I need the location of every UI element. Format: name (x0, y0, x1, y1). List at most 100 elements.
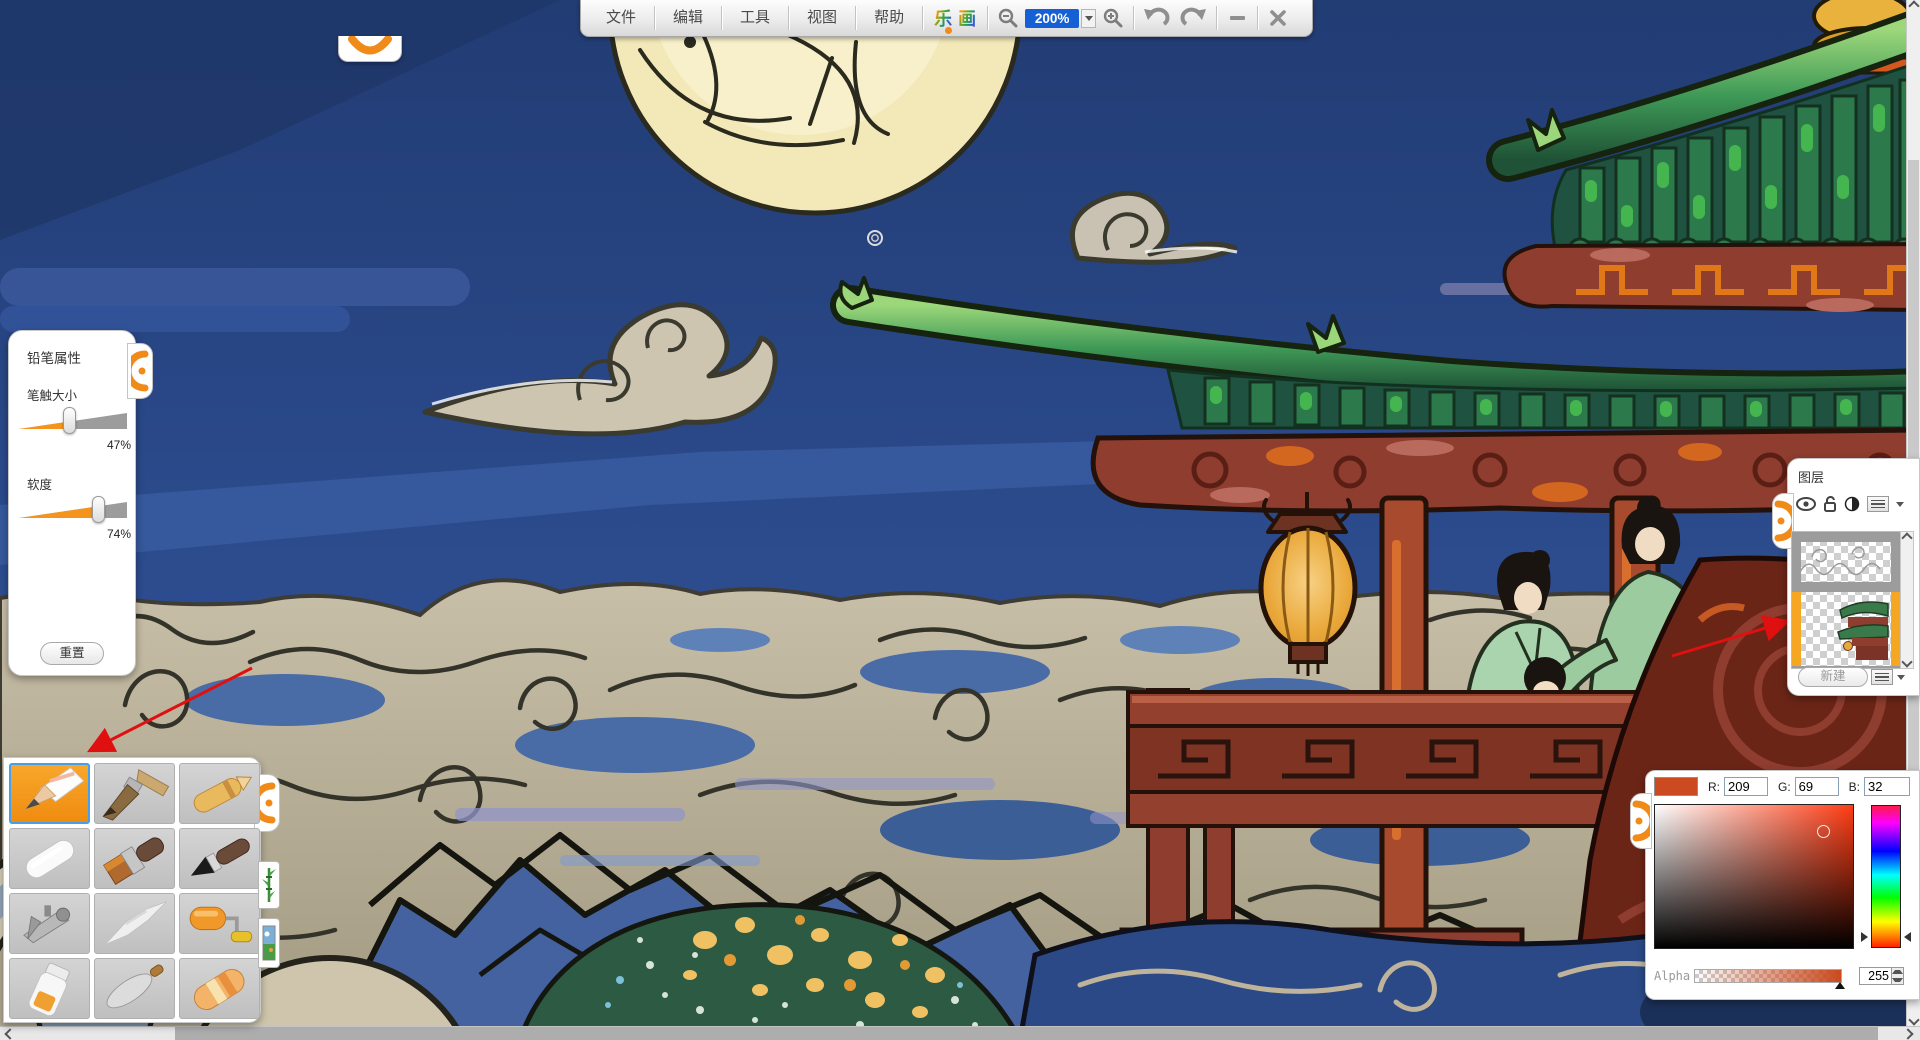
canvas-artwork[interactable] (0, 0, 1920, 1040)
alpha-decrement-button[interactable] (1892, 976, 1903, 984)
separator (1216, 6, 1217, 30)
tab-picture-stamps[interactable] (258, 918, 280, 968)
scroll-left-icon[interactable] (6, 1030, 14, 1038)
paint-roller-icon (182, 896, 258, 952)
brush-size-label: 笔触大小 (27, 385, 125, 404)
toolbar-collapse-handle[interactable] (338, 36, 402, 62)
alpha-slider[interactable] (1694, 969, 1842, 983)
crayon-icon (182, 766, 258, 822)
hue-marker-left-icon[interactable] (1861, 932, 1868, 942)
bamboo-icon (262, 865, 276, 905)
tool-paint-roller[interactable] (179, 893, 260, 954)
paint-bottle-icon (12, 961, 88, 1017)
layer-item-selected[interactable] (1792, 592, 1900, 666)
separator (922, 6, 923, 30)
horizontal-scroll-thumb[interactable] (175, 1027, 1878, 1040)
layer-list (1791, 531, 1901, 669)
tool-blending-stump[interactable] (94, 893, 175, 954)
separator (788, 6, 789, 30)
tool-airbrush[interactable] (9, 893, 90, 954)
panel-collapse-handle[interactable] (127, 343, 153, 399)
zoom-in-button[interactable] (1096, 4, 1130, 32)
menu-file[interactable]: 文件 (591, 5, 651, 31)
minimize-button[interactable] (1220, 4, 1254, 32)
chevron-down-icon[interactable] (1897, 675, 1905, 680)
layer-menu-button[interactable] (1867, 496, 1889, 512)
flat-brush-icon (97, 831, 173, 887)
new-layer-button[interactable]: 新建 (1798, 667, 1868, 687)
menu-view[interactable]: 视图 (792, 5, 852, 31)
layer-thumbnail (1792, 542, 1901, 582)
redo-icon (1180, 6, 1208, 30)
ink-pen-icon (182, 831, 258, 887)
redo-button[interactable] (1175, 4, 1213, 32)
hue-marker-right-icon[interactable] (1904, 932, 1911, 942)
tool-pointed-brush[interactable] (94, 763, 175, 824)
tab-bamboo-brushes[interactable] (258, 861, 280, 909)
brush-size-thumb[interactable] (63, 407, 76, 434)
scroll-right-icon[interactable] (1904, 1030, 1912, 1038)
mascot-hua-character: 画 (955, 5, 979, 31)
brush-size-slider[interactable] (19, 410, 127, 436)
tool-ink-pen[interactable] (179, 828, 260, 889)
green-input[interactable] (1795, 777, 1839, 796)
pencil-icon (12, 766, 88, 822)
undo-button[interactable] (1137, 4, 1175, 32)
close-icon (1269, 9, 1287, 27)
tool-palette-knife[interactable] (94, 958, 175, 1019)
alpha-increment-button[interactable] (1892, 968, 1903, 976)
alpha-input[interactable] (1859, 967, 1892, 985)
layer-list-scrollbar[interactable] (1900, 531, 1914, 669)
alpha-marker-icon[interactable] (1835, 982, 1845, 989)
reset-button[interactable]: 重置 (40, 642, 104, 665)
visibility-eye-icon[interactable] (1796, 497, 1816, 511)
blue-label: B: (1849, 780, 1860, 794)
orange-handle-icon (258, 781, 276, 825)
slider-wedge (19, 499, 127, 521)
unlock-icon[interactable] (1823, 496, 1837, 512)
blue-input[interactable] (1864, 777, 1910, 796)
zoom-out-button[interactable] (991, 4, 1025, 32)
scroll-up-icon[interactable] (1903, 534, 1911, 542)
tool-eraser[interactable] (179, 958, 260, 1019)
separator (1257, 6, 1258, 30)
softness-thumb[interactable] (92, 496, 105, 523)
softness-slider[interactable] (19, 499, 127, 525)
panel-collapse-handle[interactable] (1630, 793, 1652, 849)
red-input[interactable] (1724, 777, 1768, 796)
close-button[interactable] (1261, 4, 1295, 32)
hue-bar[interactable] (1871, 805, 1901, 948)
saturation-value-picker[interactable] (1654, 804, 1854, 949)
tool-pencil[interactable] (9, 763, 90, 824)
orange-handle-icon (1774, 499, 1792, 543)
color-picker-cursor[interactable] (1817, 825, 1830, 838)
mascot-le-character: 乐 (931, 5, 955, 31)
panel-title: 图层 (1798, 467, 1919, 486)
tool-flat-brush[interactable] (94, 828, 175, 889)
tool-paint-bottle[interactable] (9, 958, 90, 1019)
orange-handle-icon (1632, 799, 1650, 843)
tool-crayon[interactable] (179, 763, 260, 824)
zoom-level-value[interactable]: 200% (1025, 9, 1079, 28)
zoom-dropdown-button[interactable] (1081, 9, 1096, 28)
tool-chalk[interactable] (9, 828, 90, 889)
eraser-icon (182, 961, 258, 1017)
menu-tools[interactable]: 工具 (725, 5, 785, 31)
chevron-down-icon[interactable] (1896, 502, 1904, 507)
scroll-down-icon[interactable] (1903, 658, 1911, 666)
panel-title: 铅笔属性 (27, 347, 125, 367)
layers-options-button[interactable] (1871, 669, 1893, 685)
color-picker-panel: R: G: B: Alpha (1645, 770, 1920, 1000)
current-color-swatch[interactable] (1654, 777, 1698, 796)
scroll-down-icon[interactable] (1910, 1016, 1918, 1024)
canvas-horizontal-scrollbar[interactable] (0, 1026, 1920, 1040)
menu-edit[interactable]: 编辑 (658, 5, 718, 31)
scroll-up-icon[interactable] (1910, 2, 1918, 10)
undo-icon (1142, 6, 1170, 30)
menu-help[interactable]: 帮助 (859, 5, 919, 31)
separator (721, 6, 722, 30)
layer-item-sketch[interactable] (1792, 542, 1900, 582)
blend-half-icon[interactable] (1844, 496, 1860, 512)
pointed-brush-icon (97, 766, 173, 822)
layers-panel: 图层 (1787, 458, 1920, 696)
